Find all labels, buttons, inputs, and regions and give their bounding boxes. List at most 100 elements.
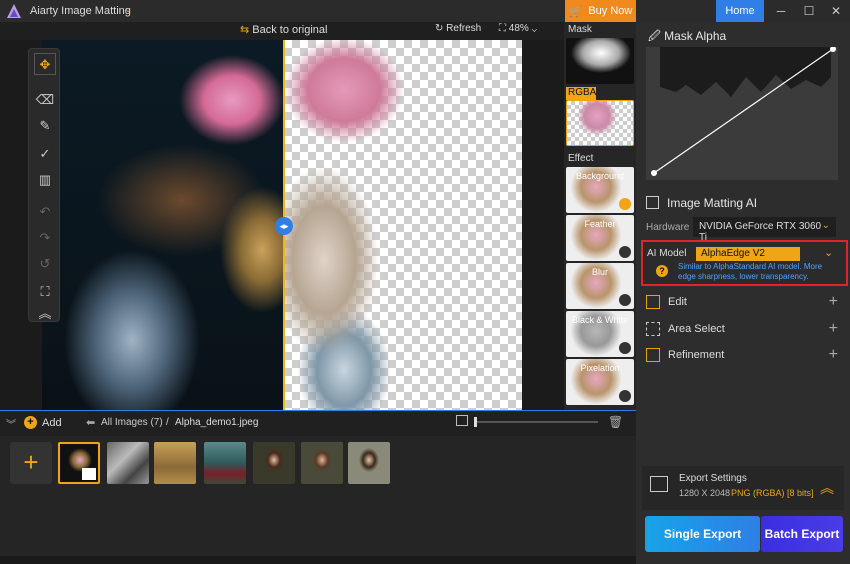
section-edit[interactable]: Edit +	[644, 293, 844, 313]
zoom-select[interactable]: ⛶ 48% ⌄	[499, 23, 537, 34]
effect-pixelation[interactable]: Pixelation	[566, 359, 634, 405]
effect-name: Feather	[584, 219, 616, 229]
app-logo-icon	[7, 4, 21, 18]
edit-icon	[646, 295, 660, 309]
chevron-down-icon: ⌄	[821, 220, 830, 231]
eyedropper-icon[interactable]: 🖉	[648, 29, 664, 43]
buy-now-button[interactable]: 🛒 Buy Now	[565, 0, 636, 22]
tool-palette: ✥ ⌫ ✎ ✓ ▥ ↶ ↷ ↺ ⛶ ︽	[28, 48, 60, 322]
original-image[interactable]	[42, 40, 284, 410]
export-resolution: 1280 X 2048	[679, 488, 731, 498]
hardware-select[interactable]: NVIDIA GeForce RTX 3060 Ti ⌄	[693, 217, 836, 243]
filmstrip-toolbar	[0, 410, 636, 436]
back-arrow-icon[interactable]: ⬅	[86, 416, 95, 429]
breadcrumb-all-images[interactable]: All Images (7)	[101, 417, 163, 428]
reset-icon[interactable]: ↺	[34, 253, 56, 275]
redo-icon[interactable]: ↷	[34, 227, 56, 249]
eraser-tool-icon[interactable]: ⌫	[34, 89, 56, 111]
add-image-button[interactable]: +	[10, 442, 52, 484]
refinement-icon	[646, 348, 660, 362]
section-refinement[interactable]: Refinement +	[644, 346, 844, 366]
back-to-original-label: Back to original	[252, 24, 328, 36]
slider-handle[interactable]	[474, 417, 477, 427]
image-thumbnail[interactable]	[204, 442, 246, 484]
refresh-button[interactable]: ↻ Refresh	[435, 23, 481, 34]
rgba-label: RGBA	[566, 87, 597, 100]
chevron-down-icon[interactable]: ⌄	[124, 4, 132, 15]
effect-feather[interactable]: Feather	[566, 215, 634, 261]
plus-icon[interactable]: +	[829, 320, 838, 338]
app-title: Aiarty Image Matting	[30, 5, 131, 17]
fit-screen-icon[interactable]: ⛶	[34, 281, 56, 303]
chevron-down-icon[interactable]: ⌄	[824, 246, 833, 259]
cart-icon: 🛒	[568, 5, 583, 18]
compare-icon: ⇆	[240, 24, 253, 36]
plus-icon[interactable]: +	[829, 293, 838, 311]
rgba-thumbnail[interactable]	[566, 100, 634, 146]
mask-alpha-title: 🖉 Mask Alpha	[648, 27, 726, 48]
effect-name: Black & White	[571, 315, 629, 325]
chevron-down-icon: ⌄	[528, 23, 537, 34]
matted-image[interactable]	[284, 40, 444, 410]
effect-background[interactable]: Background	[566, 167, 634, 213]
brush-tool-icon[interactable]: ✎	[34, 115, 56, 137]
mask-label: Mask	[568, 24, 592, 35]
move-tool-icon[interactable]: ✥	[34, 53, 56, 75]
add-button[interactable]: Add	[42, 417, 62, 429]
trash-icon[interactable]: 🗑	[608, 415, 623, 429]
close-icon[interactable]: ✕	[826, 2, 846, 20]
help-icon[interactable]: ?	[656, 265, 668, 277]
mask-alpha-curve[interactable]	[646, 47, 838, 180]
minimize-icon[interactable]: ─	[771, 2, 791, 20]
refresh-icon: ↻	[435, 23, 447, 34]
refresh-label: Refresh	[446, 23, 482, 34]
effect-black-white[interactable]: Black & White	[566, 311, 634, 357]
export-settings-title: Export Settings	[679, 473, 747, 484]
export-settings-icon	[650, 476, 668, 492]
image-matting-ai-label: Image Matting AI	[667, 196, 758, 210]
image-thumbnail[interactable]	[154, 442, 196, 484]
ai-model-description: Similar to AlphaStandard AI model. More …	[678, 262, 823, 281]
undo-icon[interactable]: ↶	[34, 201, 56, 223]
status-bar	[0, 556, 636, 564]
status-dot-icon	[619, 342, 631, 354]
area-select-icon	[646, 322, 660, 336]
zoom-value: 48%	[508, 23, 529, 34]
curve-point-low[interactable]	[651, 170, 657, 176]
image-matting-ai-title: Image Matting AI	[646, 196, 757, 210]
batch-export-button[interactable]: Batch Export	[761, 516, 843, 552]
image-thumbnail[interactable]	[58, 442, 100, 484]
section-area-select-label: Area Select	[668, 323, 725, 335]
single-export-button[interactable]: Single Export	[645, 516, 760, 552]
image-thumbnail[interactable]	[107, 442, 149, 484]
image-thumbnail[interactable]	[301, 442, 343, 484]
preview-strip: Mask Effect Background Feather Blur Blac…	[564, 22, 636, 410]
ai-model-select[interactable]: AlphaEdge V2	[696, 247, 800, 261]
status-dot-icon	[619, 390, 631, 402]
collapse-up-icon[interactable]: ︽	[34, 303, 56, 325]
mask-badge	[82, 468, 96, 480]
section-refinement-label: Refinement	[668, 349, 725, 361]
collapse-down-icon[interactable]: ︾	[6, 416, 16, 431]
buy-now-label: Buy Now	[588, 5, 633, 17]
add-icon[interactable]: +	[24, 416, 37, 429]
back-to-original-button[interactable]: ⇆ Back to original	[240, 23, 328, 36]
chevron-up-icon[interactable]: ︽	[820, 478, 834, 498]
plus-icon[interactable]: +	[829, 346, 838, 364]
thumbnail-size-slider[interactable]	[475, 421, 598, 423]
split-handle-icon[interactable]: ◂▸	[275, 217, 293, 235]
maximize-icon[interactable]: ☐	[799, 2, 819, 20]
mask-thumbnail[interactable]	[566, 38, 634, 84]
section-edit-label: Edit	[668, 296, 687, 308]
image-thumbnail[interactable]	[348, 442, 390, 484]
smart-brush-icon[interactable]: ✓	[34, 143, 56, 165]
breadcrumb-separator: /	[166, 417, 169, 428]
paint-roller-icon[interactable]: ▥	[34, 169, 56, 191]
zoom-icon: ⛶	[499, 23, 509, 34]
check-icon	[619, 198, 631, 210]
image-thumbnail[interactable]	[253, 442, 295, 484]
effect-name: Background	[575, 171, 625, 181]
home-button[interactable]: Home	[716, 0, 764, 22]
section-area-select[interactable]: Area Select +	[644, 320, 844, 340]
effect-blur[interactable]: Blur	[566, 263, 634, 309]
